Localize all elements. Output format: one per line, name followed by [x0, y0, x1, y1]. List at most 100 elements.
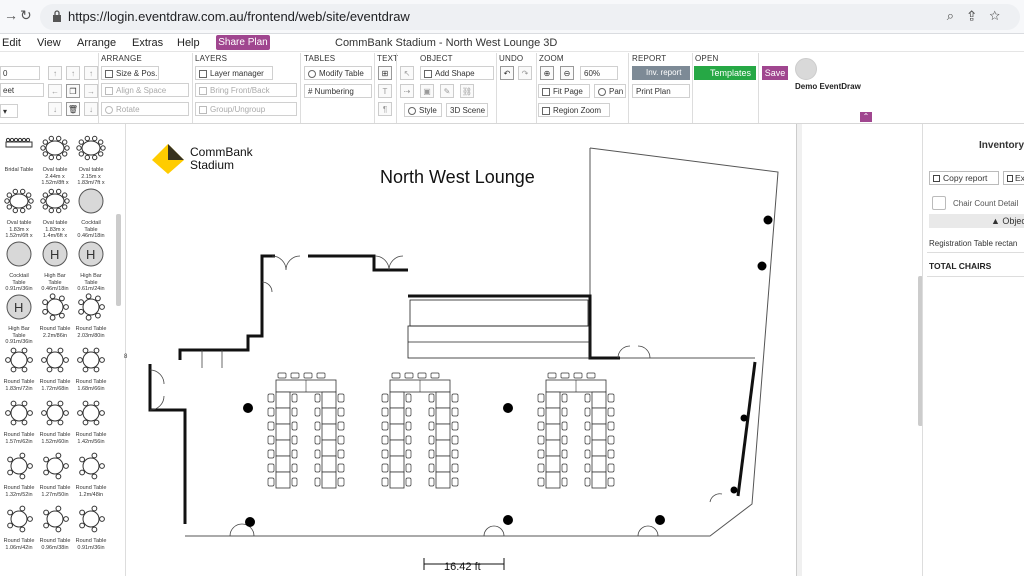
undo-icon[interactable]: ↶ — [500, 66, 514, 80]
table-highbar-icon: H — [6, 294, 32, 320]
text-format-icon[interactable]: ¶ — [378, 102, 392, 116]
align-space-button[interactable]: Align & Space — [101, 83, 189, 97]
zoom-in-icon[interactable]: ⊕ — [540, 66, 554, 80]
library-item[interactable]: H High Bar Table 0.46m/18in — [38, 240, 72, 293]
fit-page-button[interactable]: Fit Page — [538, 84, 590, 98]
library-item[interactable]: H High Bar Table 0.91m/36in — [2, 293, 36, 346]
library-item[interactable]: Round Table 1.32m/52in — [2, 452, 36, 498]
library-item[interactable]: H High Bar Table 0.61m/24in — [74, 240, 108, 293]
collapse-ribbon-button[interactable]: ⌃ — [860, 112, 872, 122]
group-ungroup-button[interactable]: Group/Ungroup — [195, 102, 297, 116]
library-item[interactable]: Oval table 1.83m x 1.52m/6ft x — [2, 187, 36, 240]
library-item-label: Round Table 1.83m/72in — [3, 379, 35, 392]
redo-icon[interactable]: ↷ — [518, 66, 532, 80]
floor-plan-canvas[interactable]: 8 CommBank Stadium North West Lounge 16.… — [124, 124, 796, 576]
library-item[interactable]: Round Table 1.42m/56in — [74, 399, 108, 445]
library-item[interactable]: Round Table 1.2m/48in — [74, 452, 108, 498]
move-down-icon[interactable]: ↓ — [84, 102, 98, 116]
scale-label: 16.42 ft — [444, 561, 481, 573]
numbering-select[interactable]: # Numbering — [304, 84, 372, 98]
ribbon-divider — [628, 53, 629, 123]
library-item[interactable]: Round Table 0.96m/38in — [38, 505, 72, 551]
zoom-out-icon[interactable]: ⊖ — [560, 66, 574, 80]
library-item[interactable]: Round Table 2.2m/86in — [38, 293, 72, 339]
library-item[interactable]: Oval table 2.44m x 1.52m/8ft x — [38, 134, 72, 187]
browser-toolbar: → ↻ https://login.eventdraw.com.au/front… — [0, 0, 1024, 34]
connector-icon[interactable]: ⇢ — [400, 84, 414, 98]
style-button[interactable]: Style — [404, 103, 442, 117]
zoom-icon[interactable]: ⌕ — [947, 8, 968, 23]
region-zoom-button[interactable]: Region Zoom — [538, 103, 610, 117]
library-item[interactable]: Bridal Table — [2, 134, 36, 174]
share-plan-button[interactable]: Share Plan — [216, 35, 270, 50]
url-text: https://login.eventdraw.com.au/frontend/… — [68, 9, 410, 24]
edit-icon[interactable]: ✎ — [440, 84, 454, 98]
3d-scene-button[interactable]: 3D Scene — [446, 103, 488, 117]
object-column-header[interactable]: ▲ Object — [929, 214, 1024, 228]
export-button[interactable]: Ex — [1003, 171, 1024, 185]
move-up-alt-icon[interactable]: ↑ — [66, 66, 80, 80]
library-item-label: Round Table 0.91m/36in — [75, 538, 107, 551]
left-numeric-input[interactable]: 0 — [0, 66, 40, 80]
save-button[interactable]: Save — [762, 66, 788, 80]
pointer-icon[interactable]: ↖ — [400, 66, 414, 80]
library-item[interactable]: Round Table 1.06m/42in — [2, 505, 36, 551]
menu-extras[interactable]: Extras — [132, 37, 163, 49]
forward-icon[interactable]: → — [4, 7, 18, 23]
library-item[interactable]: Oval table 2.15m x 1.83m/7ft x — [74, 134, 108, 187]
library-item[interactable]: Oval table 1.83m x 1.4m/6ft x — [38, 187, 72, 240]
library-item[interactable]: Round Table 2.03m/80in — [74, 293, 108, 339]
table-round-icon — [78, 293, 105, 321]
pan-button[interactable]: Pan — [594, 84, 626, 98]
library-item[interactable]: Round Table 1.57m/62in — [2, 399, 36, 445]
menu-help[interactable]: Help — [177, 37, 200, 49]
library-item[interactable]: Round Table 1.68m/66in — [74, 346, 108, 392]
delete-icon[interactable]: 🗑 — [66, 102, 80, 116]
menu-view[interactable]: View — [37, 37, 61, 49]
bring-front-back-button[interactable]: Bring Front/Back — [195, 83, 297, 97]
text-box-icon[interactable]: ⊞ — [378, 66, 392, 80]
move-down-left-icon[interactable]: ↓ — [48, 102, 62, 116]
chair-count-checkbox[interactable] — [932, 196, 946, 210]
text-style-icon[interactable]: T — [378, 84, 392, 98]
left-small-select[interactable]: ▾ — [0, 104, 18, 118]
zoom-level-select[interactable]: 60% — [580, 66, 618, 80]
size-pos-button[interactable]: Size & Pos. — [101, 66, 159, 80]
move-up-right-icon[interactable]: ↑ — [84, 66, 98, 80]
library-item[interactable]: Round Table 1.83m/72in — [2, 346, 36, 392]
left-unit-select[interactable]: eet — [0, 83, 44, 97]
u-shape-table-groups — [267, 372, 615, 489]
library-item[interactable]: Cocktail Table 0.46m/18in — [74, 187, 108, 240]
reload-icon[interactable]: ↻ — [20, 7, 32, 24]
copy-icon[interactable]: ❐ — [66, 84, 80, 98]
link-icon[interactable]: ⛓ — [460, 84, 474, 98]
library-item[interactable]: Round Table 0.91m/36in — [74, 505, 108, 551]
move-up-icon[interactable]: ↑ — [48, 66, 62, 80]
table-round-icon — [77, 400, 105, 426]
library-item-label: Round Table 2.03m/80in — [75, 326, 107, 339]
move-left-icon[interactable]: ← — [48, 84, 62, 98]
library-item[interactable]: Cocktail Table 0.91m/36in — [2, 240, 36, 293]
layers-icon — [199, 70, 207, 78]
move-right-icon[interactable]: → — [84, 84, 98, 98]
library-item[interactable]: Round Table 1.27m/50in — [38, 452, 72, 498]
layer-manager-button[interactable]: Layer manager — [195, 66, 273, 80]
image-icon[interactable]: ▣ — [420, 84, 434, 98]
inventory-report-button[interactable]: Inv. report — [632, 66, 690, 80]
templates-button[interactable]: Templates — [694, 66, 756, 80]
add-shape-button[interactable]: Add Shape — [420, 66, 494, 80]
print-plan-select[interactable]: Print Plan — [632, 84, 690, 98]
rotate-button[interactable]: Rotate — [101, 102, 189, 116]
menu-edit[interactable]: Edit — [2, 37, 21, 49]
bookmark-star-icon[interactable]: ☆ — [989, 8, 1014, 23]
library-scrollbar[interactable] — [116, 214, 121, 306]
library-item[interactable]: Round Table 1.52m/60in — [38, 399, 72, 445]
menu-arrange[interactable]: Arrange — [77, 37, 116, 49]
table-round-icon — [79, 452, 105, 480]
library-item[interactable]: Round Table 1.72m/68in — [38, 346, 72, 392]
share-icon[interactable]: ⇪ — [968, 8, 989, 23]
site-info-icon[interactable] — [52, 10, 62, 22]
copy-report-button[interactable]: Copy report — [929, 171, 999, 185]
modify-table-button[interactable]: Modify Table — [304, 66, 372, 80]
avatar[interactable] — [795, 58, 817, 80]
